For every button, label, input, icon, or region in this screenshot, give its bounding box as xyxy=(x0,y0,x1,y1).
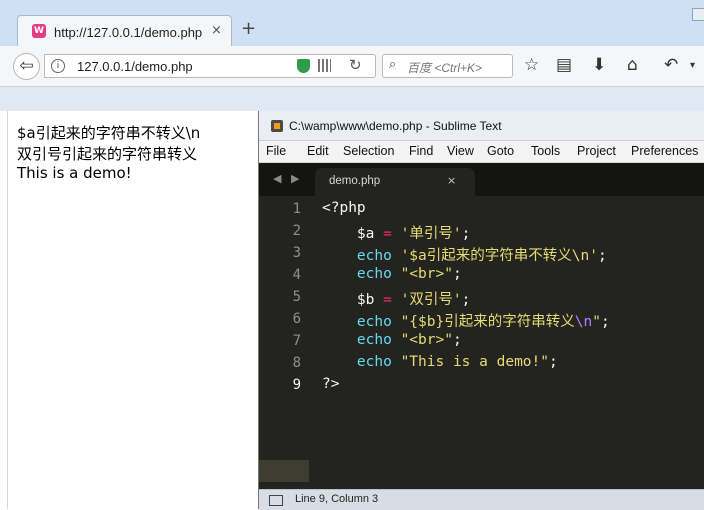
code-line-3: echo '$a引起来的字符串不转义\n'; xyxy=(356,248,607,264)
sublime-text-window: C:\wamp\www\demo.php - Sublime Text File… xyxy=(258,111,704,510)
menu-view[interactable]: View xyxy=(447,144,474,158)
window-backdrop xyxy=(0,87,704,111)
clipboard-icon[interactable]: ▤ xyxy=(556,55,572,75)
status-bar: Line 9, Column 3 xyxy=(259,489,704,510)
search-icon: ⌕ xyxy=(389,57,397,72)
browser-tab[interactable]: W http://127.0.0.1/demo.php × xyxy=(17,15,232,46)
wamp-favicon-icon: W xyxy=(32,24,46,38)
menu-project[interactable]: Project xyxy=(577,144,616,158)
shield-icon[interactable] xyxy=(297,59,310,73)
sublime-titlebar[interactable]: C:\wamp\www\demo.php - Sublime Text xyxy=(259,111,704,141)
star-icon[interactable]: ☆ xyxy=(524,55,539,75)
new-tab-button[interactable]: + xyxy=(241,18,256,39)
menu-find[interactable]: Find xyxy=(409,144,433,158)
tab-title: http://127.0.0.1/demo.php xyxy=(54,25,203,40)
menu-bar: File Edit Selection Find View Goto Tools… xyxy=(259,141,704,163)
line-number: 4 xyxy=(292,267,301,283)
chevron-down-icon[interactable]: ▾ xyxy=(690,60,695,71)
info-icon[interactable]: i xyxy=(51,59,65,73)
cursor-position: Line 9, Column 3 xyxy=(295,493,379,505)
line-number-active: 9 xyxy=(292,377,301,393)
editor-tab-bar: ◀ ▶ demo.php × xyxy=(259,163,704,196)
panel-toggle-icon[interactable] xyxy=(269,495,283,506)
output-line-1: $a引起来的字符串不转义\n xyxy=(17,124,201,142)
line-number: 1 xyxy=(292,201,301,217)
tab-label: demo.php xyxy=(329,175,381,187)
tab-demo-php[interactable]: demo.php × xyxy=(315,168,475,196)
code-line-1: <?php xyxy=(322,200,366,216)
line-number: 2 xyxy=(292,223,301,239)
code-line-7: echo "<br>"; xyxy=(356,332,462,348)
output-line-2: 双引号引起来的字符串转义 xyxy=(17,145,198,163)
active-line-highlight xyxy=(259,460,309,482)
line-number-gutter: 1 2 3 4 5 6 7 8 9 xyxy=(259,197,309,489)
window-control-button[interactable] xyxy=(692,8,704,21)
search-placeholder: 百度 <Ctrl+K> xyxy=(407,61,483,75)
undo-arrow-icon[interactable]: ↶ xyxy=(664,55,678,75)
home-icon[interactable]: ⌂ xyxy=(627,55,638,75)
line-number: 3 xyxy=(292,245,301,261)
code-line-9: ?> xyxy=(322,376,340,392)
code-line-8: echo "This is a demo!"; xyxy=(356,354,558,370)
window-title: C:\wamp\www\demo.php - Sublime Text xyxy=(289,119,502,133)
line-number: 8 xyxy=(292,355,301,371)
code-line-5: $b = '双引号'; xyxy=(356,292,471,308)
tab-scroll-arrows-icon[interactable]: ◀ ▶ xyxy=(273,172,302,185)
line-number: 5 xyxy=(292,289,301,305)
code-line-4: echo "<br>"; xyxy=(356,266,462,282)
qr-code-icon[interactable] xyxy=(318,59,331,72)
menu-tools[interactable]: Tools xyxy=(531,144,560,158)
menu-goto[interactable]: Goto xyxy=(487,144,514,158)
output-line-3: This is a demo! xyxy=(17,164,132,182)
menu-file[interactable]: File xyxy=(266,144,286,158)
close-icon[interactable]: × xyxy=(447,174,456,187)
download-arrow-icon[interactable]: ⬇ xyxy=(592,55,606,75)
browser-tab-strip: W http://127.0.0.1/demo.php × + xyxy=(0,0,704,46)
line-number: 6 xyxy=(292,311,301,327)
reload-icon[interactable]: ↻ xyxy=(349,56,362,74)
search-box[interactable]: ⌕ 百度 <Ctrl+K> xyxy=(382,54,513,78)
sublime-app-icon xyxy=(271,120,283,132)
browser-navbar: ⇦ i 127.0.0.1/demo.php ↻ ⌕ 百度 <Ctrl+K> ☆… xyxy=(0,46,704,87)
line-number: 7 xyxy=(292,333,301,349)
menu-preferences[interactable]: Preferences xyxy=(631,144,698,158)
code-line-2: $a = '单引号'; xyxy=(356,226,471,242)
menu-selection[interactable]: Selection xyxy=(343,144,394,158)
menu-edit[interactable]: Edit xyxy=(307,144,329,158)
address-bar[interactable]: i 127.0.0.1/demo.php ↻ xyxy=(44,54,376,78)
code-editor[interactable]: <?php $a = '单引号'; echo '$a引起来的字符串不转义\n';… xyxy=(322,197,704,489)
url-text[interactable]: 127.0.0.1/demo.php xyxy=(77,59,193,74)
close-tab-icon[interactable]: × xyxy=(211,23,222,38)
back-arrow-icon[interactable]: ⇦ xyxy=(13,53,40,80)
code-line-6: echo "{$b}引起来的字符串转义\n"; xyxy=(356,314,610,330)
page-content: $a引起来的字符串不转义\n 双引号引起来的字符串转义 This is a de… xyxy=(7,111,259,509)
